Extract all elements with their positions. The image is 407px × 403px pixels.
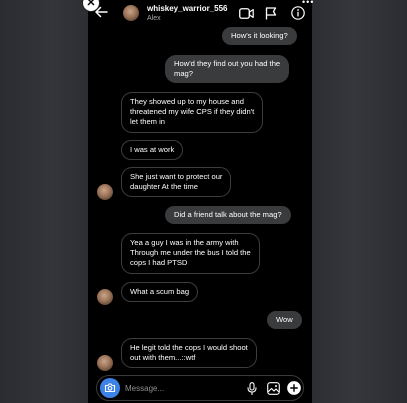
message-bubble-outgoing[interactable]: Wow [267, 311, 302, 330]
flag-icon[interactable] [265, 7, 277, 20]
message-text: let them in [130, 117, 166, 127]
message-text: mag? [174, 69, 193, 79]
camera-button[interactable] [100, 378, 120, 398]
sender-avatar[interactable] [97, 355, 113, 371]
message-bubble-incoming[interactable]: He legit told the cops I would shoot out… [121, 338, 257, 369]
backdrop-right [312, 0, 407, 403]
message-bubble-outgoing[interactable]: How's it looking? [222, 27, 297, 46]
message-text: How's it looking? [231, 31, 288, 40]
message-text: I was at work [130, 145, 175, 154]
message-text: Wow [276, 315, 293, 324]
message-input[interactable]: Message... [125, 384, 164, 393]
backdrop-left [0, 0, 88, 403]
header-username[interactable]: whiskey_warrior_556 [147, 4, 228, 13]
message-text: Through me under the bus I told the [130, 248, 251, 258]
chat-header: whiskey_warrior_556 Alex [88, 0, 312, 28]
message-bubble-outgoing[interactable]: How'd they find out you had the mag? [165, 55, 290, 84]
header-name: Alex [147, 15, 161, 22]
message-bubble-outgoing[interactable]: Did a friend talk about the mag? [165, 206, 291, 225]
camera-icon [104, 383, 116, 393]
sender-avatar[interactable] [97, 289, 113, 305]
message-bubble-incoming[interactable]: What a scum bag [121, 282, 199, 303]
message-bubble-incoming[interactable]: I was at work [121, 140, 184, 161]
sender-avatar[interactable] [97, 184, 113, 200]
message-text: threatened my wife CPS if they didn't [130, 107, 255, 117]
message-bubble-incoming[interactable]: She just want to protect our daughter At… [121, 167, 232, 198]
more-options-icon[interactable]: ••• [302, 0, 314, 7]
message-composer: Message... [96, 375, 304, 401]
message-bubble-incoming[interactable]: They showed up to my house and threatene… [121, 92, 264, 133]
message-text: They showed up to my house and [130, 97, 244, 106]
message-text: Did a friend talk about the mag? [174, 210, 282, 219]
message-text: Yea a guy I was in the army with [130, 238, 239, 247]
header-avatar[interactable] [123, 5, 139, 21]
message-text: How'd they find out you had the [174, 59, 281, 68]
plus-icon[interactable] [287, 381, 301, 395]
gallery-icon[interactable] [267, 382, 280, 395]
message-text: He legit told the cops I would shoot [130, 343, 248, 352]
message-text: She just want to protect our [130, 172, 223, 181]
info-icon[interactable] [291, 6, 305, 20]
message-text: daughter At the time [130, 182, 198, 192]
message-text: What a scum bag [130, 287, 190, 296]
chat-screen: whiskey_warrior_556 Alex How's it lookin… [88, 0, 312, 403]
message-text: cops I had PTSD [130, 258, 188, 268]
microphone-icon[interactable] [247, 382, 257, 395]
video-call-icon[interactable] [239, 8, 254, 19]
message-bubble-incoming[interactable]: Yea a guy I was in the army with Through… [121, 233, 260, 274]
message-text: out with them...::wtf [130, 353, 196, 363]
